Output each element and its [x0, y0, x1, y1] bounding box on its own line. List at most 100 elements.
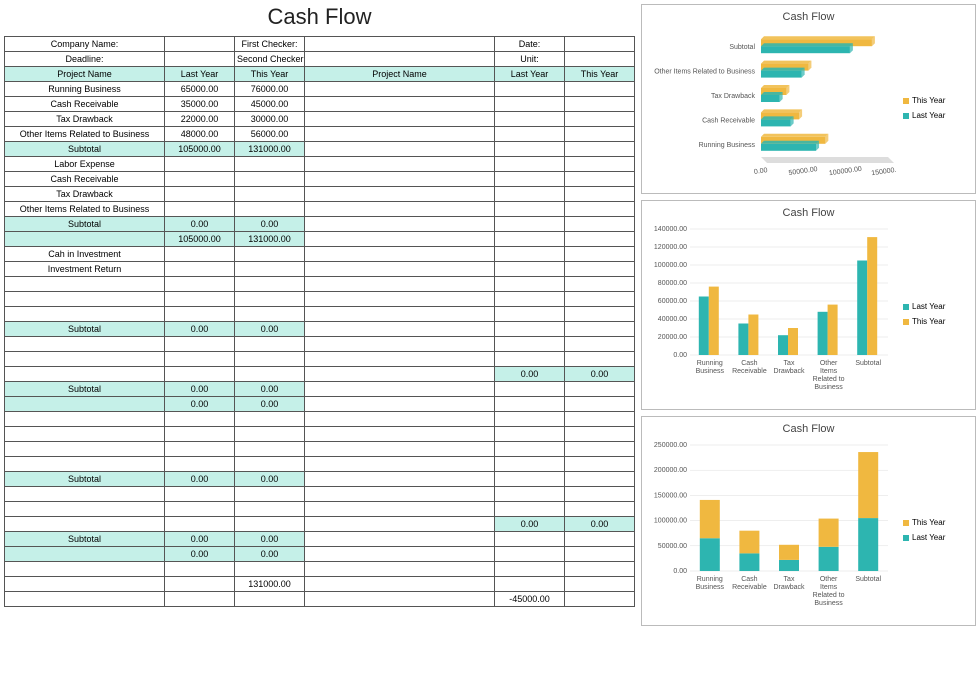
cell[interactable]: 0.00	[235, 322, 305, 337]
cell[interactable]	[165, 247, 235, 262]
cell[interactable]	[5, 442, 165, 457]
cell[interactable]	[235, 247, 305, 262]
cell[interactable]: 45000.00	[235, 97, 305, 112]
cell[interactable]	[305, 502, 495, 517]
cell[interactable]	[165, 262, 235, 277]
cell[interactable]	[495, 577, 565, 592]
cell[interactable]: Last Year	[495, 67, 565, 82]
cell[interactable]	[305, 172, 495, 187]
cell[interactable]	[305, 442, 495, 457]
cell[interactable]	[565, 262, 635, 277]
cell[interactable]: This Year	[565, 67, 635, 82]
cell[interactable]	[565, 412, 635, 427]
cell[interactable]: Subtotal	[5, 322, 165, 337]
cell[interactable]	[235, 517, 305, 532]
cell[interactable]	[305, 202, 495, 217]
cell[interactable]	[495, 217, 565, 232]
cell[interactable]	[165, 292, 235, 307]
cell[interactable]	[495, 307, 565, 322]
cell[interactable]	[305, 82, 495, 97]
cell[interactable]: Cash Receivable	[5, 97, 165, 112]
cell[interactable]	[305, 217, 495, 232]
cell[interactable]	[5, 592, 165, 607]
cell[interactable]	[565, 82, 635, 97]
cell[interactable]: 0.00	[165, 532, 235, 547]
cell[interactable]	[495, 292, 565, 307]
cell[interactable]: Subtotal	[5, 472, 165, 487]
cell[interactable]: Subtotal	[5, 217, 165, 232]
cell[interactable]: 56000.00	[235, 127, 305, 142]
cell[interactable]	[565, 232, 635, 247]
cell[interactable]	[235, 562, 305, 577]
cell[interactable]	[305, 307, 495, 322]
cell[interactable]: 0.00	[165, 397, 235, 412]
cell[interactable]	[305, 97, 495, 112]
cell[interactable]: Project Name	[5, 67, 165, 82]
cell[interactable]: 131000.00	[235, 232, 305, 247]
cell[interactable]	[305, 577, 495, 592]
cell[interactable]: 0.00	[235, 532, 305, 547]
cell[interactable]	[165, 337, 235, 352]
cell[interactable]	[495, 337, 565, 352]
cell[interactable]: Tax Drawback	[5, 112, 165, 127]
cell[interactable]	[565, 292, 635, 307]
cell[interactable]	[565, 322, 635, 337]
cell[interactable]: Second Checker:	[235, 52, 305, 67]
cell[interactable]	[235, 427, 305, 442]
cell[interactable]	[565, 382, 635, 397]
cell[interactable]: Subtotal	[5, 382, 165, 397]
cell[interactable]	[305, 37, 495, 52]
cell[interactable]: 30000.00	[235, 112, 305, 127]
cell[interactable]	[305, 397, 495, 412]
cell[interactable]: Date:	[495, 37, 565, 52]
cell[interactable]	[565, 37, 635, 52]
cell[interactable]: 0.00	[235, 397, 305, 412]
cell[interactable]	[5, 232, 165, 247]
cell[interactable]	[565, 577, 635, 592]
cell[interactable]: -45000.00	[495, 592, 565, 607]
cell[interactable]	[165, 352, 235, 367]
cell[interactable]: 65000.00	[165, 82, 235, 97]
cell[interactable]	[235, 457, 305, 472]
cell[interactable]: Other Items Related to Business	[5, 127, 165, 142]
cell[interactable]	[5, 397, 165, 412]
cell[interactable]	[565, 397, 635, 412]
cell[interactable]	[565, 277, 635, 292]
cell[interactable]: Other Items Related to Business	[5, 202, 165, 217]
cell[interactable]	[305, 232, 495, 247]
cell[interactable]	[305, 142, 495, 157]
cell[interactable]: 105000.00	[165, 232, 235, 247]
cell[interactable]	[235, 262, 305, 277]
cell[interactable]	[495, 412, 565, 427]
cell[interactable]: 0.00	[165, 472, 235, 487]
cell[interactable]	[165, 172, 235, 187]
cell[interactable]	[305, 562, 495, 577]
cell[interactable]	[495, 247, 565, 262]
cell[interactable]	[565, 487, 635, 502]
cell[interactable]	[565, 172, 635, 187]
cell[interactable]	[565, 532, 635, 547]
cell[interactable]: 0.00	[165, 382, 235, 397]
cell[interactable]	[5, 547, 165, 562]
cell[interactable]: 35000.00	[165, 97, 235, 112]
cell[interactable]: Last Year	[165, 67, 235, 82]
cell[interactable]	[305, 337, 495, 352]
cell[interactable]: 131000.00	[235, 142, 305, 157]
cell[interactable]	[5, 487, 165, 502]
cell[interactable]	[5, 577, 165, 592]
cell[interactable]	[235, 172, 305, 187]
cell[interactable]	[305, 292, 495, 307]
cell[interactable]	[565, 502, 635, 517]
cell[interactable]	[165, 307, 235, 322]
cell[interactable]	[565, 352, 635, 367]
cell[interactable]	[165, 187, 235, 202]
cell[interactable]	[165, 427, 235, 442]
cell[interactable]: Running Business	[5, 82, 165, 97]
cell[interactable]: Investment Return	[5, 262, 165, 277]
cell[interactable]	[5, 277, 165, 292]
cell[interactable]	[305, 547, 495, 562]
cell[interactable]	[235, 157, 305, 172]
cell[interactable]	[495, 202, 565, 217]
cell[interactable]	[235, 442, 305, 457]
cell[interactable]	[165, 562, 235, 577]
